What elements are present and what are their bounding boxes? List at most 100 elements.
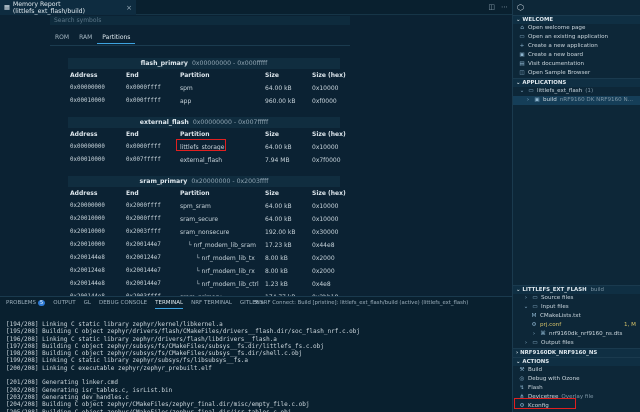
welcome-item[interactable]: ▣ Create a new board — [513, 51, 640, 60]
table-cell: 0x7f0000 — [312, 157, 341, 164]
tree-item[interactable]: › ▭ Source files — [513, 294, 640, 303]
column-header: Partition — [180, 190, 210, 197]
tab-ram[interactable]: RAM — [74, 32, 97, 44]
section-name: external_flash — [139, 119, 189, 126]
section-range: 0x20000000 - 0x2003ffff — [191, 178, 269, 185]
tree-item-label: nrf9160dk_nrf9160_ns.dts — [549, 331, 623, 337]
section-app-label: LITTLEFS_EXT_FLASH — [522, 287, 587, 293]
action-item[interactable]: ⚒ Build — [513, 366, 640, 375]
column-header: End — [126, 190, 139, 197]
problems-badge: 5 — [38, 300, 46, 306]
welcome-item[interactable]: ◫ Open Sample Browser — [513, 69, 640, 78]
table-cell: 0x2000 — [312, 255, 335, 262]
table-row: 0x20010000 0x2000ffff sram_secure 64.00 kB 0… — [68, 213, 340, 226]
highlight-littlefs-storage — [176, 139, 226, 151]
table-cell: 0x2003ffff — [126, 229, 161, 235]
editor-area: ▦ Memory Report (littlefs_ext_flash/buil… — [0, 0, 512, 296]
section-app[interactable]: ⌄ LITTLEFS_EXT_FLASH build — [513, 285, 640, 294]
action-item[interactable]: ◎ Debug with Ozone — [513, 375, 640, 384]
welcome-item[interactable]: ⌂ Open welcome page — [513, 24, 640, 33]
chevron-down-icon: ⌄ — [523, 304, 529, 310]
git-status: 1, M — [624, 322, 636, 328]
welcome-item[interactable]: ▭ Open an existing application — [513, 33, 640, 42]
table-cell: └ nrf_modem_lib_ctrl — [196, 281, 259, 288]
terminal-line: [195/208] Building C object zephyr/drive… — [6, 328, 361, 336]
nrf-connect-logo-icon: ⬡ — [517, 3, 524, 12]
tab-title: Memory Report (littlefs_ext_flash/build) — [12, 0, 86, 15]
welcome-item[interactable]: + Create a new application — [513, 42, 640, 51]
tab-nrf-terminal[interactable]: NRF TERMINAL — [191, 300, 232, 309]
terminal-output[interactable]: [194/208] Linking C static library zephy… — [6, 321, 360, 412]
editor-tab-bar: ▦ Memory Report (littlefs_ext_flash/buil… — [0, 0, 512, 15]
welcome-item[interactable]: ▤ Visit documentation — [513, 60, 640, 69]
column-header: End — [126, 131, 139, 138]
table-cell: 0x200124e7 — [126, 255, 161, 261]
section-range: 0x00000000 - 0x000fffff — [191, 60, 268, 67]
build-item[interactable]: › ▣ build nRF9160 DK NRF9160 N... — [513, 96, 640, 105]
table-cell: 192.00 kB — [265, 229, 296, 236]
tab-problems[interactable]: PROBLEMS 5 — [6, 300, 46, 309]
bottom-panel: PROBLEMS 5 OUTPUT GL DEBUG CONSOLE TERMIN… — [0, 296, 512, 412]
table-cell: 0x007fffff — [126, 157, 161, 163]
table-cell: 0x200144e8 — [70, 281, 105, 287]
tab-terminal[interactable]: TERMINAL — [155, 300, 184, 309]
table-cell: 0x20010000 — [70, 242, 105, 248]
table-row: 0x20010000 0x200144e7 └ nrf_modem_lib_sram… — [68, 239, 340, 252]
terminal-line: [204/208] Building C object zephyr/CMake… — [6, 401, 310, 409]
tree-item[interactable]: ⌄ ▭ Input files — [513, 303, 640, 312]
section-range: 0x00000000 - 0x007fffff — [192, 119, 269, 126]
section-applications[interactable]: ⌄ APPLICATIONS — [513, 78, 640, 87]
more-icon[interactable]: ⋯ — [501, 3, 508, 11]
tab-gl[interactable]: GL — [84, 300, 91, 309]
table-cell: └ nrf_modem_lib_tx — [196, 255, 255, 262]
symbol-search-input[interactable]: Search symbols — [50, 16, 350, 25]
tree-item-label: Output files — [541, 340, 574, 346]
tab-partitions[interactable]: Partitions — [97, 32, 136, 44]
tree-item-label: CMakeLists.txt — [540, 313, 581, 319]
table-cell: 64.00 kB — [265, 85, 292, 92]
section-name: sram_primary — [139, 178, 188, 185]
terminal-selector[interactable]: ⚒ nRF Connect: Build [pristine]: littlef… — [254, 300, 468, 306]
panel-tabs: PROBLEMS 5 OUTPUT GL DEBUG CONSOLE TERMIN… — [6, 300, 263, 309]
table-cell: 0x00010000 — [70, 157, 105, 163]
tree-item[interactable]: M CMakeLists.txt — [513, 312, 640, 321]
tree-item[interactable]: › ▭ Output files — [513, 339, 640, 348]
folder-icon: ▭ — [528, 88, 534, 94]
tab-debug-console[interactable]: DEBUG CONSOLE — [99, 300, 147, 309]
section-header: flash_primary 0x00000000 - 0x000fffff — [68, 58, 340, 69]
column-header: Size (hex) — [312, 190, 346, 197]
highlight-memory-report — [514, 398, 576, 409]
section-header: sram_primary 0x20000000 - 0x2003ffff — [68, 176, 340, 187]
folder-icon: ▭ — [532, 295, 538, 301]
section-actions[interactable]: ⌄ ACTIONS — [513, 357, 640, 366]
home-icon: ⌂ — [520, 25, 524, 31]
terminal-line: [205/208] Building C object zephyr/CMake… — [6, 409, 360, 412]
table-cell: 0x44e8 — [312, 242, 335, 249]
section-board[interactable]: › NRF9160DK_NRF9160_NS — [513, 348, 640, 357]
section-welcome[interactable]: ⌄ WELCOME — [513, 15, 640, 24]
partitions-table: flash_primary 0x00000000 - 0x000fffff Addr… — [68, 58, 346, 296]
table-cell: 8.00 kB — [265, 268, 288, 275]
tab-rom[interactable]: ROM — [50, 32, 74, 44]
table-cell: 0x20000000 — [70, 203, 105, 209]
application-item[interactable]: ⌄ ▭ littlefs_ext_flash (1) — [513, 87, 640, 96]
tree-item[interactable]: ⚙ prj.conf 1, M — [513, 321, 640, 330]
action-item[interactable]: ↯ Flash — [513, 384, 640, 393]
table-row: 0x00000000 0x0000ffff spm 64.00 kB 0x10000 — [68, 82, 340, 95]
table-cell: 0x200144e7 — [126, 268, 161, 274]
tab-output[interactable]: OUTPUT — [53, 300, 75, 309]
cmake-icon: M — [531, 313, 537, 319]
split-editor-icon[interactable]: ◫ — [488, 3, 495, 11]
build-label: build — [543, 97, 557, 103]
section-actions-label: ACTIONS — [522, 359, 550, 365]
table-cell: 0x000fffff — [126, 98, 161, 104]
board-icon: ▣ — [519, 52, 525, 58]
table-cell: spm — [180, 85, 193, 92]
chip-icon: ⌘ — [540, 331, 546, 337]
tab-memory-report[interactable]: ▦ Memory Report (littlefs_ext_flash/buil… — [0, 0, 136, 15]
tree-item[interactable]: › ⌘ nrf9160dk_nrf9160_ns.dts — [513, 330, 640, 339]
close-icon[interactable]: × — [126, 4, 132, 12]
table-header-row: Address End Partition Size Size (hex) — [68, 187, 346, 200]
